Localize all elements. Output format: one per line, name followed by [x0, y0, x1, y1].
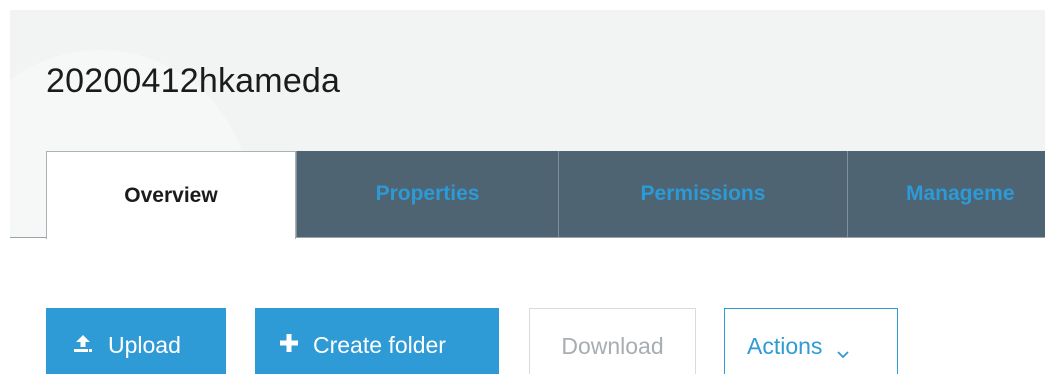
tab-permissions[interactable]: Permissions — [558, 151, 847, 237]
plus-icon — [279, 333, 299, 353]
upload-button[interactable]: Upload — [46, 308, 226, 374]
actions-dropdown-button[interactable]: Actions — [724, 308, 898, 374]
create-folder-button[interactable]: Create folder — [255, 308, 499, 374]
chevron-down-icon — [836, 339, 850, 366]
actions-label: Actions — [747, 333, 823, 359]
s3-bucket-page: 20200412hkameda Overview Properties Perm… — [0, 0, 1045, 374]
download-button[interactable]: Download — [529, 308, 696, 374]
upload-icon — [72, 333, 94, 355]
download-label: Download — [561, 333, 664, 359]
tab-properties[interactable]: Properties — [296, 151, 558, 237]
tab-management[interactable]: Manageme — [847, 151, 1045, 237]
tab-overview[interactable]: Overview — [46, 151, 296, 239]
upload-label: Upload — [108, 332, 181, 358]
create-folder-label: Create folder — [313, 332, 446, 358]
page-title: 20200412hkameda — [46, 62, 341, 100]
